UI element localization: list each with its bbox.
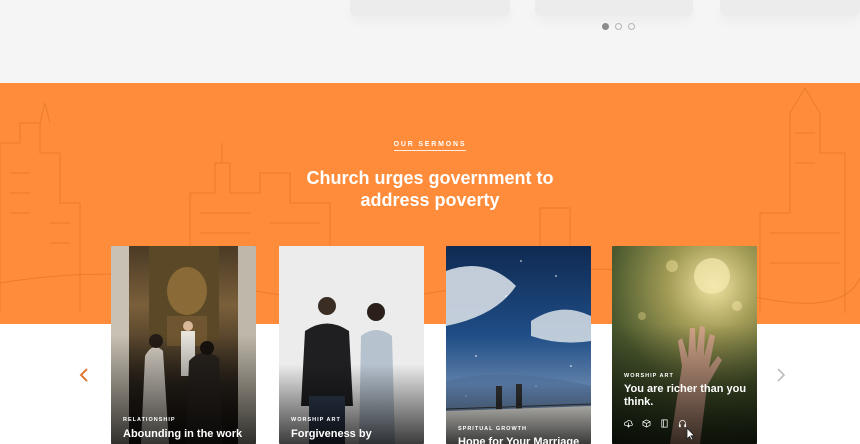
card-title: Hope for Your Marriage [458, 436, 580, 444]
sermon-card[interactable]: WORSHIP ART Forgiveness by [279, 246, 424, 444]
ghost-card [535, 0, 693, 16]
sermon-card[interactable]: RELATIONSHIP Abounding in the work [111, 246, 256, 444]
card-title: Abounding in the work [123, 428, 243, 440]
carousel-dot-1[interactable] [602, 23, 609, 30]
section-headline: Church urges government to address pover… [306, 168, 554, 210]
cube-icon[interactable] [642, 419, 651, 428]
carousel-dots [602, 23, 635, 30]
card-actions [624, 419, 687, 428]
carousel-dot-3[interactable] [628, 23, 635, 30]
sermon-card[interactable]: SPRITUAL GROWTH Hope for Your Marriage [446, 246, 591, 444]
book-icon[interactable] [660, 419, 669, 428]
card-category: RELATIONSHIP [123, 417, 176, 423]
card-category: SPRITUAL GROWTH [458, 426, 527, 432]
mouse-cursor-icon [686, 427, 696, 441]
section-eyebrow: OUR SERMONS [0, 141, 860, 151]
carousel-dot-2[interactable] [615, 23, 622, 30]
card-title: You are richer than you think. [624, 383, 747, 408]
ghost-card [350, 0, 510, 16]
chevron-left-icon[interactable] [77, 368, 91, 382]
card-category: WORSHIP ART [291, 417, 341, 423]
cloud-download-icon[interactable] [624, 419, 633, 428]
card-category: WORSHIP ART [624, 373, 674, 379]
sermon-card[interactable]: WORSHIP ART You are richer than you thin… [612, 246, 757, 444]
chevron-right-icon[interactable] [774, 368, 788, 382]
card-title: Forgiveness by [291, 428, 372, 440]
ghost-card [720, 0, 860, 16]
previous-section [0, 0, 860, 83]
